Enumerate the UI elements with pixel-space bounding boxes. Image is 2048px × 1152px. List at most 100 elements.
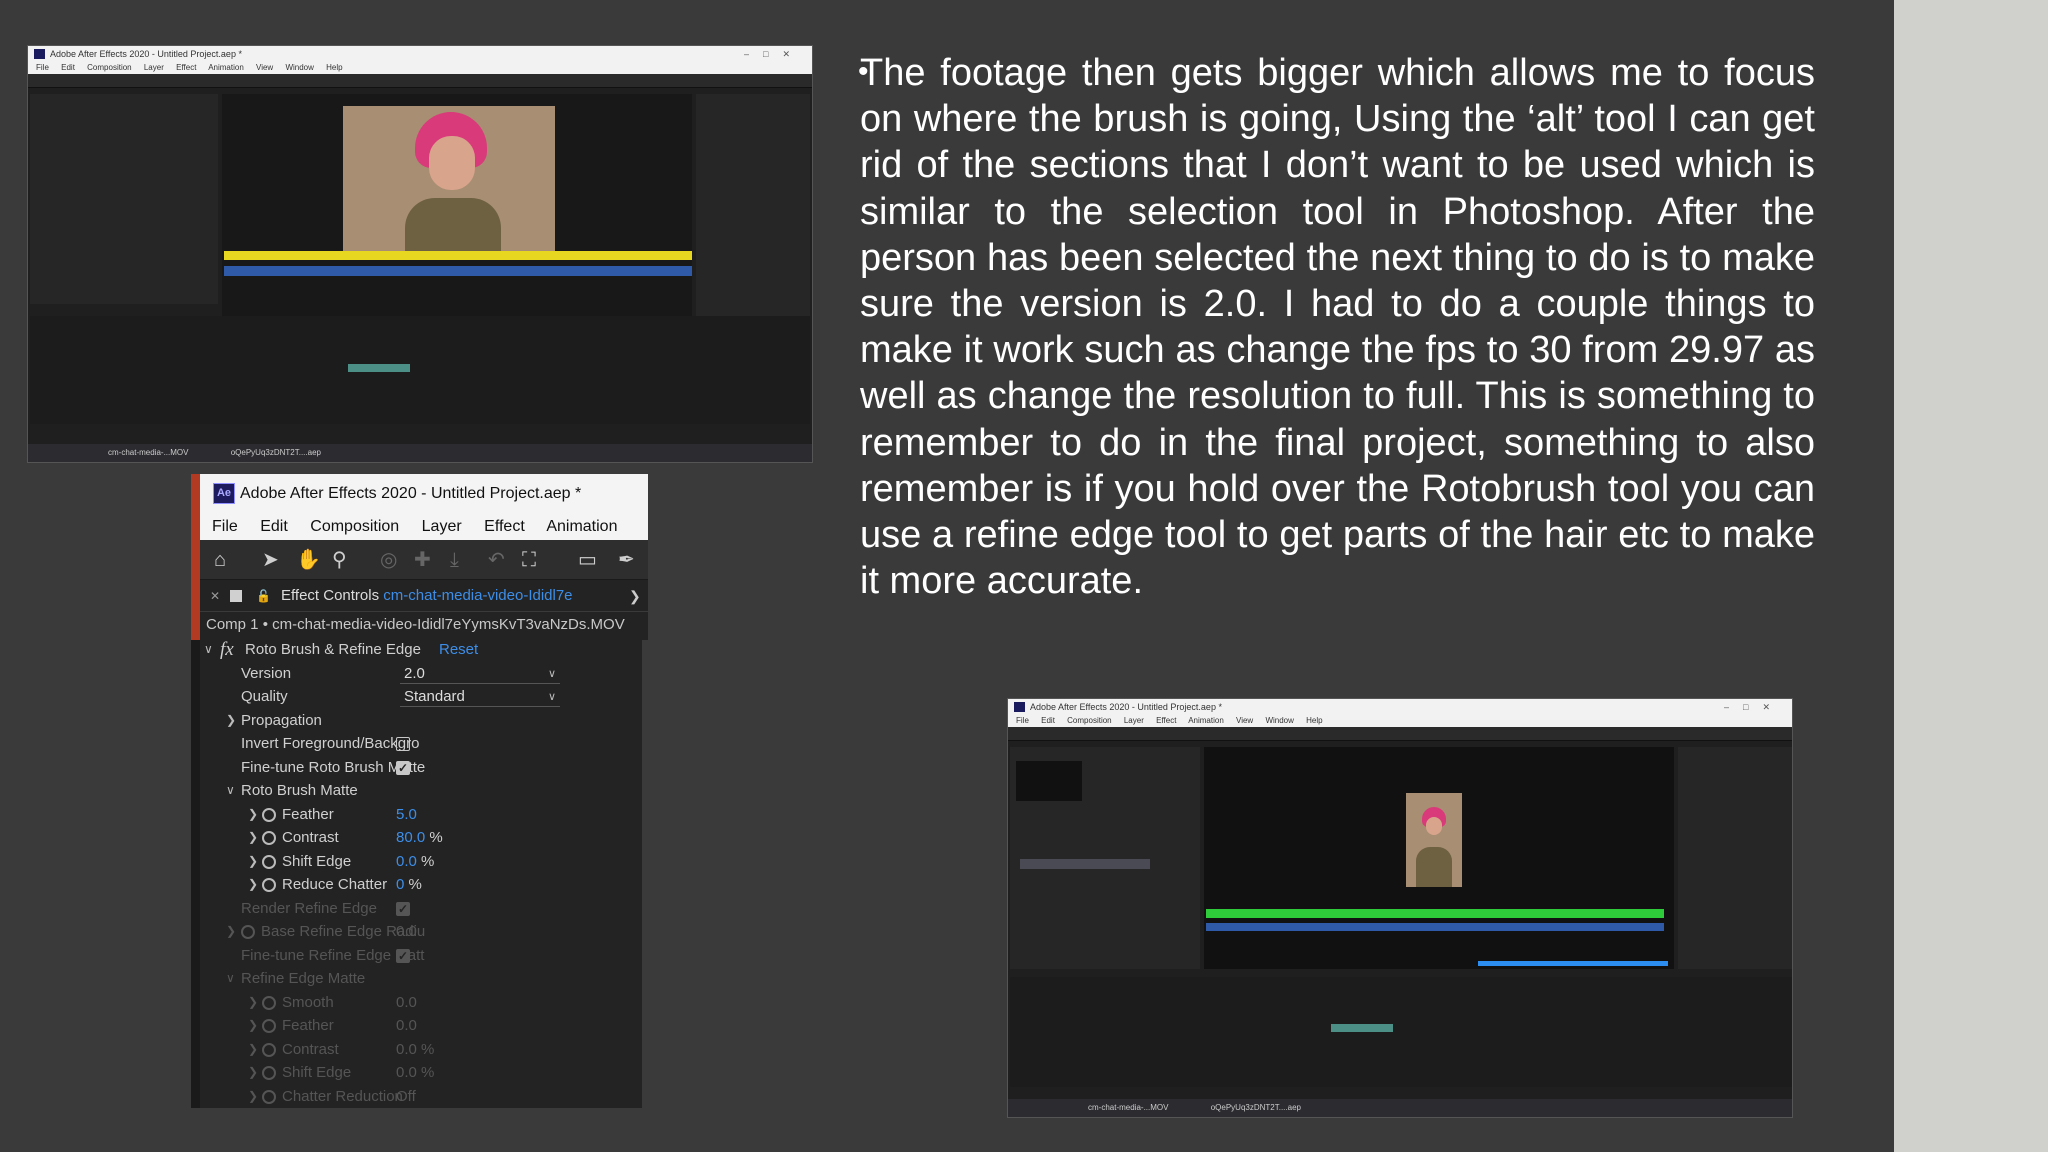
effect-header[interactable]: ∨ fx Roto Brush & Refine Edge Reset [200,638,648,662]
rectangle-tool-icon[interactable]: ▭ [578,549,597,571]
panel-menu-icon[interactable] [230,590,242,602]
stopwatch-icon[interactable] [262,1019,276,1033]
chevron-right-icon[interactable]: ❯ [248,1085,258,1109]
feather2-value[interactable]: 0.0 [396,1014,417,1038]
effect-controls-tab[interactable]: ✕ 🔓 Effect Controls cm-chat-media-video-… [200,580,648,612]
chevron-right-icon[interactable]: ❯ [248,1038,258,1062]
anchor-tool-icon[interactable]: ⛶ [522,549,536,571]
chevron-right-icon[interactable]: ❯ [226,709,236,733]
chevron-right-icon[interactable]: ❯ [248,991,258,1015]
refine-edge-matte-row[interactable]: ∨ Refine Edge Matte [200,967,648,991]
menu-item[interactable]: File [36,63,49,72]
timeline-panel [30,316,810,424]
stopwatch-icon[interactable] [262,1089,276,1104]
fx-icon[interactable]: fx [220,638,234,662]
menu-item-file[interactable]: File [212,518,238,535]
taskbar-item[interactable]: oQePyUq3zDNT2T....aep [231,448,321,457]
tab-source[interactable]: cm-chat-media-video-Ididl7e [383,587,572,604]
taskbar-item[interactable]: oQePyUq3zDNT2T....aep [1211,1103,1301,1112]
stopwatch-icon[interactable] [241,925,255,939]
fine-tune-row: Fine-tune Roto Brush Matte [200,756,648,781]
propagation-row[interactable]: ❯ Propagation [200,709,648,733]
reduce-chatter-value[interactable]: 0 % [396,873,422,897]
smooth-value[interactable]: 0.0 [396,991,417,1015]
shift-edge-value[interactable]: 0.0 % [396,850,434,874]
chevron-right-icon[interactable]: ❯ [248,850,258,874]
chevron-down-icon[interactable]: ∨ [226,967,235,991]
close-icon[interactable]: ✕ [210,580,220,612]
window-controls-icon[interactable]: –□✕ [1724,699,1784,715]
stopwatch-icon[interactable] [262,831,276,845]
reset-link[interactable]: Reset [439,638,478,662]
menu-item[interactable]: Composition [1067,716,1111,725]
window-controls-icon[interactable]: –□✕ [744,46,804,62]
chevron-down-icon[interactable]: ∨ [226,779,235,803]
menu-item[interactable]: Animation [1188,716,1224,725]
menu-item[interactable]: Edit [61,63,75,72]
render-refine-edge-checkbox[interactable] [396,898,410,921]
menu-item[interactable]: Animation [208,63,244,72]
stopwatch-icon[interactable] [262,807,276,822]
person-shirt [405,198,501,256]
hand-tool-icon[interactable]: ✋ [296,549,321,571]
menu-item[interactable]: Help [1306,716,1322,725]
menu-item[interactable]: Window [1265,716,1293,725]
roto-brush-matte-row[interactable]: ∨ Roto Brush Matte [200,779,648,803]
menu-item-composition[interactable]: Composition [310,518,399,535]
lock-icon[interactable]: 🔓 [256,580,271,612]
menu-item[interactable]: Effect [176,63,196,72]
chevron-right-icon[interactable]: ❯ [226,920,236,944]
contrast-value[interactable]: 80.0 % [396,826,443,850]
invert-foreground-checkbox[interactable] [396,737,410,751]
chevron-right-icon[interactable]: ❯ [248,803,258,827]
fine-tune-refine-checkbox[interactable] [396,945,410,968]
stopwatch-icon[interactable] [262,854,276,869]
shift2-value[interactable]: 0.0 % [396,1061,434,1085]
track-tool-icon[interactable]: ⤓ [450,549,459,571]
chevron-right-icon[interactable]: ❯ [248,1061,258,1085]
menu-item[interactable]: Effect [1156,716,1176,725]
chatter-reduction-value[interactable]: Off [396,1085,416,1109]
contrast2-unit: % [421,1040,435,1058]
rotate-tool-icon[interactable]: ↶ [488,549,505,571]
stopwatch-icon[interactable] [262,878,276,892]
home-icon[interactable]: ⌂ [214,549,226,571]
menu-item[interactable]: View [256,63,273,72]
taskbar-item[interactable]: cm-chat-media-...MOV [108,448,188,457]
zoom-tool-icon[interactable]: ⚲ [332,549,347,571]
menu-item[interactable]: Layer [1124,716,1144,725]
quality-select[interactable]: Standard ∨ [400,687,560,707]
menu-item[interactable]: File [1016,716,1029,725]
orbit-tool-icon[interactable]: ◎ [380,549,397,571]
ae-window: Ae Adobe After Effects 2020 - Untitled P… [200,474,648,1108]
pen-tool-icon[interactable]: ✒ [618,549,635,571]
scrollbar[interactable] [642,640,648,1108]
menu-item[interactable]: Layer [144,63,164,72]
version-select[interactable]: 2.0 ∨ [400,664,560,684]
stopwatch-icon[interactable] [262,1066,276,1080]
menu-item-animation[interactable]: Animation [546,518,617,535]
fine-tune-checkbox[interactable] [396,757,410,780]
chevron-down-icon[interactable]: ∨ [204,638,213,662]
base-refine-radius-value[interactable]: 0.0 [396,920,417,944]
chevron-right-icon[interactable]: ❯ [248,826,258,850]
menu-item[interactable]: Composition [87,63,131,72]
menu-item-edit[interactable]: Edit [260,518,288,535]
menu-item[interactable]: Window [285,63,313,72]
pan-behind-tool-icon[interactable]: ✚ [414,549,431,571]
menu-item[interactable]: Help [326,63,342,72]
stopwatch-icon[interactable] [262,995,276,1010]
left-rail [191,640,200,1108]
selection-tool-icon[interactable]: ➤ [262,549,279,571]
chevron-right-icon[interactable]: ❯ [248,1014,258,1038]
feather-value[interactable]: 5.0 [396,803,417,827]
menu-item-layer[interactable]: Layer [422,518,462,535]
stopwatch-icon[interactable] [262,1042,276,1057]
chevron-right-icon[interactable]: ❯ [629,580,641,612]
menu-item[interactable]: Edit [1041,716,1055,725]
menu-item[interactable]: View [1236,716,1253,725]
chevron-right-icon[interactable]: ❯ [248,873,258,897]
menu-item-effect[interactable]: Effect [484,518,525,535]
taskbar-item[interactable]: cm-chat-media-...MOV [1088,1103,1168,1112]
contrast2-value[interactable]: 0.0 % [396,1038,434,1062]
